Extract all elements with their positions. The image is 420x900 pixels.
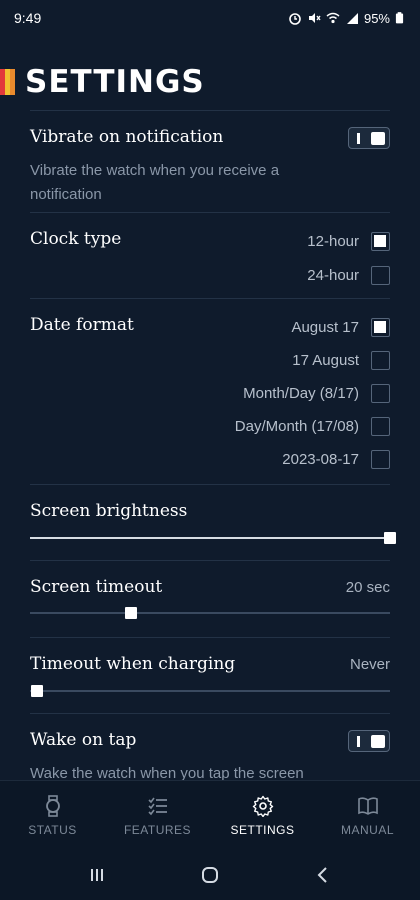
settings-list[interactable]: Vibrate on notification Vibrate the watc… xyxy=(0,110,420,780)
setting-clock-type: Clock type 12-hour 24-hour xyxy=(30,212,390,298)
status-time: 9:49 xyxy=(14,10,42,26)
vibrate-toggle[interactable] xyxy=(348,127,390,149)
brightness-title: Screen brightness xyxy=(30,501,188,521)
brightness-slider-thumb[interactable] xyxy=(384,532,396,544)
date-option[interactable]: 17 August xyxy=(292,350,390,370)
date-checkbox[interactable] xyxy=(371,317,390,337)
wake-description: Wake the watch when you tap the screen xyxy=(30,765,304,780)
gear-icon xyxy=(252,795,273,817)
wifi-icon xyxy=(326,12,340,24)
date-option[interactable]: Month/Day (8/17) xyxy=(243,383,390,403)
date-checkbox[interactable] xyxy=(371,416,390,436)
clock-option-label: 24-hour xyxy=(307,266,359,284)
mute-icon xyxy=(308,13,321,23)
brand-stripes xyxy=(0,69,15,95)
status-bar: 9:49 95% xyxy=(0,0,420,36)
bottom-nav: STATUS FEATURES SETTINGS MANUAL xyxy=(0,780,420,850)
timeout-slider-thumb[interactable] xyxy=(124,607,137,619)
checklist-icon xyxy=(147,797,167,815)
watch-icon xyxy=(45,794,60,817)
status-icons: 95% xyxy=(288,11,404,26)
date-option-label: 17 August xyxy=(292,351,359,369)
alarm-icon xyxy=(289,13,301,25)
vibrate-title: Vibrate on notification xyxy=(30,127,224,147)
setting-brightness: Screen brightness xyxy=(30,484,396,560)
date-option-label: August 17 xyxy=(291,318,359,336)
date-checkbox[interactable] xyxy=(371,350,390,370)
nav-features[interactable]: FEATURES xyxy=(105,781,210,850)
wake-title: Wake on tap xyxy=(30,730,137,750)
setting-vibrate: Vibrate on notification Vibrate the watc… xyxy=(30,110,390,212)
timeout-charging-slider-thumb[interactable] xyxy=(31,685,44,697)
setting-wake-on-tap: Wake on tap Wake the watch when you tap … xyxy=(30,713,390,780)
clock-option-label: 12-hour xyxy=(307,232,359,250)
date-format-title: Date format xyxy=(30,315,134,335)
page-title: SETTINGS xyxy=(25,64,205,100)
date-checkbox[interactable] xyxy=(371,383,390,403)
date-checkbox[interactable] xyxy=(371,449,390,469)
date-option-label: Month/Day (8/17) xyxy=(243,384,359,402)
date-option[interactable]: 2023-08-17 xyxy=(282,449,390,469)
setting-screen-timeout: Screen timeout 20 sec xyxy=(30,560,390,637)
clock-checkbox[interactable] xyxy=(371,231,390,251)
wake-toggle[interactable] xyxy=(348,730,390,752)
page-header: SETTINGS xyxy=(0,62,420,102)
timeout-title: Screen timeout xyxy=(30,577,163,597)
stripe-orange xyxy=(10,69,15,95)
back-icon[interactable] xyxy=(313,865,333,885)
nav-settings[interactable]: SETTINGS xyxy=(210,781,315,850)
timeout-charging-value: Never xyxy=(349,656,390,673)
timeout-slider[interactable] xyxy=(30,607,390,619)
setting-date-format: Date format August 17 17 August Month/Da… xyxy=(30,298,390,484)
nav-label: STATUS xyxy=(28,822,77,837)
clock-option-24h[interactable]: 24-hour xyxy=(307,265,390,285)
recents-icon[interactable] xyxy=(87,865,107,885)
clock-type-title: Clock type xyxy=(30,229,122,249)
date-option-label: 2023-08-17 xyxy=(282,450,359,468)
date-option-label: Day/Month (17/08) xyxy=(234,417,359,435)
vibrate-description: Vibrate the watch when you receive a not… xyxy=(30,162,280,203)
clock-checkbox[interactable] xyxy=(371,265,390,285)
clock-option-12h[interactable]: 12-hour xyxy=(307,231,390,251)
book-icon xyxy=(357,796,378,815)
timeout-value: 20 sec xyxy=(345,579,390,596)
nav-label: MANUAL xyxy=(340,822,394,837)
system-nav-bar xyxy=(0,850,420,900)
date-option[interactable]: Day/Month (17/08) xyxy=(235,416,390,436)
home-icon[interactable] xyxy=(200,865,220,885)
brightness-slider[interactable] xyxy=(30,532,396,544)
battery-icon xyxy=(395,12,404,24)
signal-icon xyxy=(346,13,358,24)
battery-percent: 95% xyxy=(363,10,390,26)
setting-timeout-charging: Timeout when charging Never xyxy=(30,637,390,713)
nav-manual[interactable]: MANUAL xyxy=(315,781,420,850)
nav-label: SETTINGS xyxy=(230,822,295,837)
nav-status[interactable]: STATUS xyxy=(0,781,105,850)
timeout-charging-slider[interactable] xyxy=(30,685,390,697)
nav-label: FEATURES xyxy=(123,822,192,837)
timeout-charging-title: Timeout when charging xyxy=(30,654,236,674)
date-option[interactable]: August 17 xyxy=(291,317,390,337)
